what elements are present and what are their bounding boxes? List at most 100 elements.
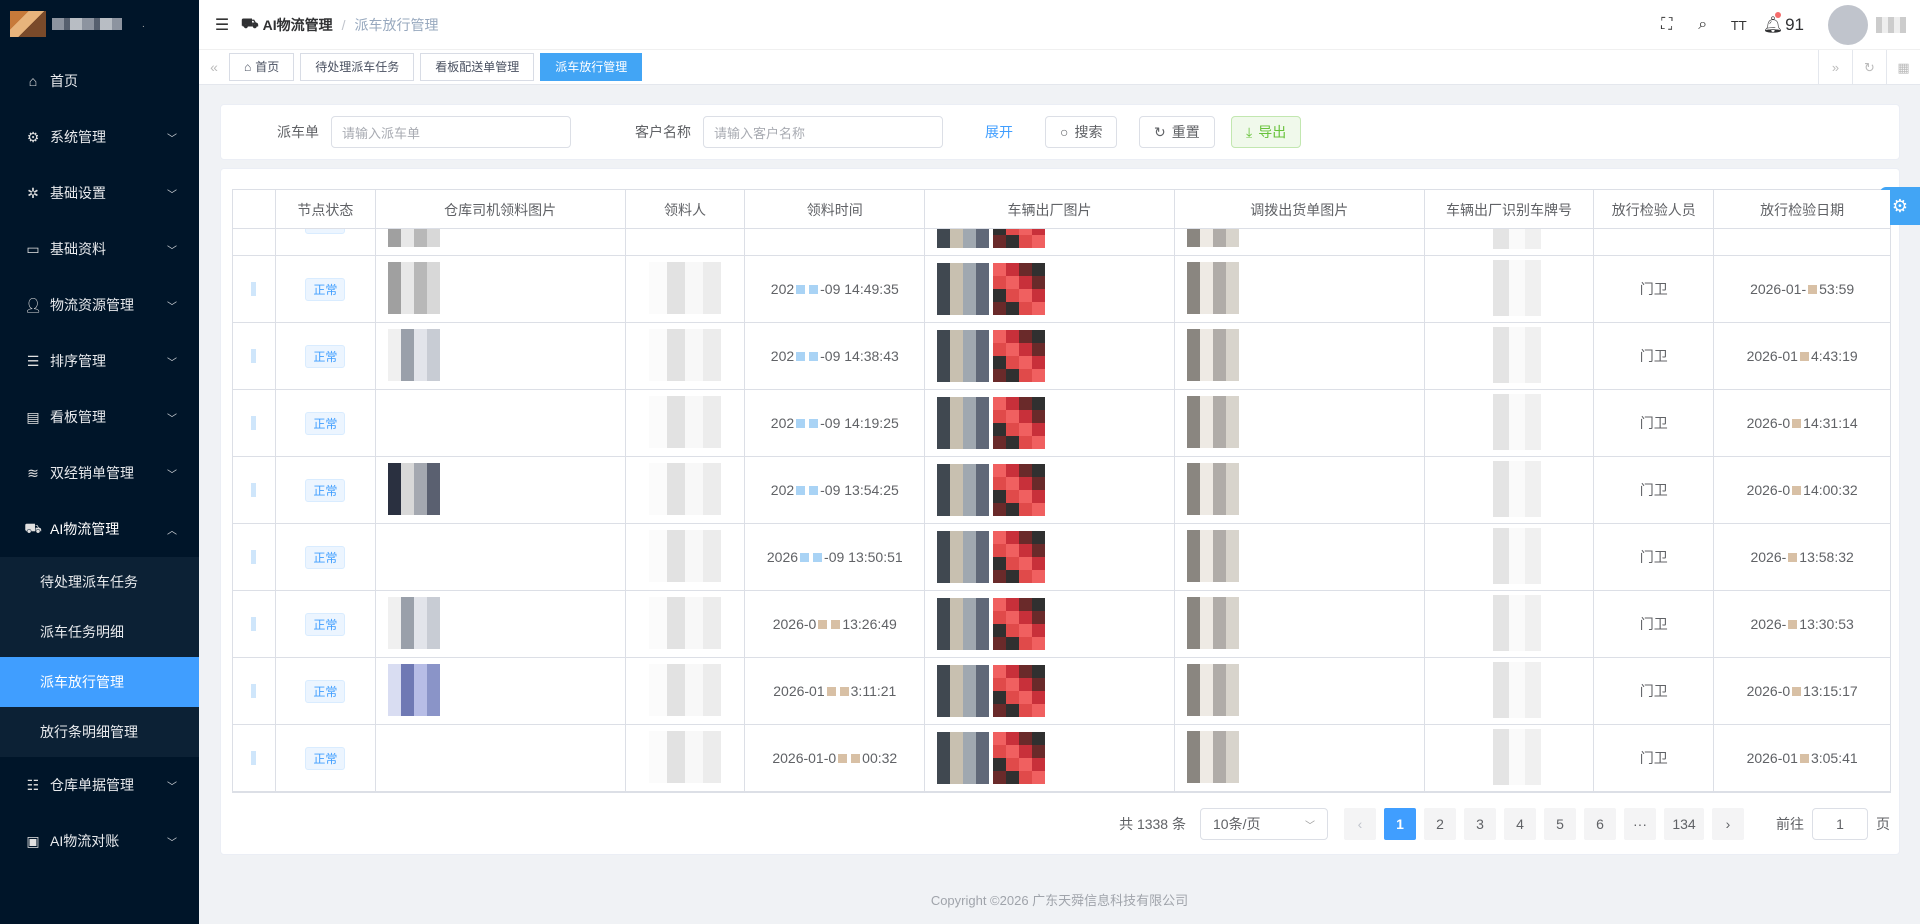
sidebar-item-sorting[interactable]: ☰ 排序管理 ﹀ — [0, 333, 199, 389]
prev-page-button[interactable]: ‹ — [1344, 808, 1376, 840]
username-blurred[interactable] — [1876, 17, 1906, 33]
customer-input[interactable]: 请输入客户名称 — [703, 116, 943, 148]
sidebar-item-basic-data[interactable]: ▭ 基础资料 ﹀ — [0, 221, 199, 277]
cell-status: 正常 — [276, 390, 376, 456]
table-row[interactable]: 正常 202 -09 14:19:25 门卫 2026-0 14:31:14 — [233, 390, 1890, 458]
search-panel: 派车单 请输入派车单 客户名称 请输入客户名称 展开 ○ 搜索 ↻ 重置 ⤓ 导出 — [220, 104, 1900, 160]
sidebar-item-ai-reconciliation[interactable]: ▣ AI物流对账 ﹀ — [0, 813, 199, 869]
page-6[interactable]: 6 — [1584, 808, 1616, 840]
tags-scroll-right-icon[interactable]: » — [1818, 50, 1852, 85]
plate-blurred — [1476, 326, 1541, 391]
sidebar-subitem-dispatch-detail[interactable]: 派车任务明细 — [0, 607, 199, 657]
sidebar-item-home[interactable]: ⌂ 首页 — [0, 53, 199, 109]
page-last[interactable]: 134 — [1664, 808, 1704, 840]
grid-menu-icon[interactable]: ▦ — [1886, 50, 1920, 85]
vehicle-image-thumbs[interactable] — [937, 665, 1046, 717]
page-ellipsis[interactable]: ··· — [1624, 808, 1656, 840]
cell-plate — [1425, 725, 1595, 792]
vehicle-image-thumbs[interactable] — [937, 330, 1046, 382]
tag-board-delivery[interactable]: 看板配送单管理 — [420, 53, 535, 81]
pick-image-thumb[interactable] — [387, 328, 440, 384]
fullscreen-icon[interactable]: ⛶ — [1649, 16, 1685, 34]
cell-inspector: 门卫 — [1594, 591, 1715, 657]
breadcrumb-root: AI物流管理 — [262, 16, 333, 33]
font-size-icon[interactable]: TT — [1721, 18, 1757, 33]
dispatch-label: 派车单 — [277, 124, 319, 140]
export-button[interactable]: ⤓ 导出 — [1231, 116, 1302, 148]
avatar[interactable] — [1828, 5, 1868, 45]
vehicle-image-thumbs[interactable] — [937, 397, 1046, 449]
picker-blurred — [648, 328, 721, 384]
transfer-doc-thumb[interactable] — [1186, 730, 1239, 786]
home-icon: ⌂ — [28, 73, 38, 89]
transfer-doc-thumb[interactable] — [1186, 462, 1239, 518]
table-row[interactable]: 正常 2026-01 3:11:21 门卫 2026-0 13:15:17 — [233, 658, 1890, 726]
cell-inspector: 门卫 — [1594, 323, 1715, 389]
plate-blurred — [1476, 527, 1541, 592]
sidebar-subitem-release-detail[interactable]: 放行条明细管理 — [0, 707, 199, 757]
cell-pick-image — [376, 323, 626, 389]
cell-transfer-image — [1175, 323, 1425, 389]
transfer-doc-thumb[interactable] — [1186, 529, 1239, 585]
table-row[interactable]: 正常 202 -09 13:54:25 门卫 2026-0 14:00:32 — [233, 457, 1890, 525]
transfer-doc-thumb[interactable] — [1186, 663, 1239, 719]
refresh-icon[interactable]: ↻ — [1852, 50, 1886, 85]
sidebar-subitem-dispatch-release[interactable]: 派车放行管理 — [0, 657, 199, 707]
expand-link[interactable]: 展开 — [985, 122, 1013, 142]
vehicle-image-thumbs[interactable] — [937, 464, 1046, 516]
page-3[interactable]: 3 — [1464, 808, 1496, 840]
page-size-select[interactable]: 10条/页 ﹀ — [1200, 808, 1328, 840]
tag-pending-dispatch[interactable]: 待处理派车任务 — [300, 53, 415, 81]
table-row[interactable]: 正常 2026 -09 13:50:51 门卫 2026- 13:58:32 — [233, 524, 1890, 592]
reset-button[interactable]: ↻ 重置 — [1139, 116, 1215, 148]
table-row[interactable]: 正常 2026-0 13:26:49 门卫 2026- 13:30:53 — [233, 591, 1890, 659]
table-row[interactable]: 正常 202 -09 14:49:35 门卫 2026-01- 53:59 — [233, 256, 1890, 324]
tag-home[interactable]: ⌂ 首页 — [229, 53, 295, 81]
sidebar-item-basic-settings[interactable]: ✲ 基础设置 ﹀ — [0, 165, 199, 221]
cell-vehicle-image — [925, 658, 1175, 724]
table-row[interactable]: 正常 2026-01-0 00:32 门卫 2026-01 3:05:41 — [233, 725, 1890, 792]
cell-status: 正常 — [276, 591, 376, 657]
search-button[interactable]: ○ 搜索 — [1045, 116, 1118, 148]
cell-status: 正常 — [276, 323, 376, 389]
transfer-doc-thumb[interactable] — [1186, 261, 1239, 317]
page-2[interactable]: 2 — [1424, 808, 1456, 840]
cell-pick-image — [376, 457, 626, 523]
transfer-doc-thumb[interactable] — [1186, 596, 1239, 652]
transfer-doc-thumb[interactable] — [1186, 328, 1239, 384]
cell-pick-image — [376, 524, 626, 590]
notification-button[interactable]: 🔔︎ 91 — [1757, 12, 1810, 35]
vehicle-image-thumbs[interactable] — [937, 263, 1046, 315]
page-4[interactable]: 4 — [1504, 808, 1536, 840]
hamburger-icon[interactable]: ☰ — [203, 15, 241, 35]
vehicle-image-thumbs[interactable] — [937, 531, 1046, 583]
search-icon[interactable]: ⌕ — [1685, 16, 1721, 34]
sidebar-subitem-pending-dispatch[interactable]: 待处理派车任务 — [0, 557, 199, 607]
transfer-doc-thumb[interactable] — [1186, 395, 1239, 451]
cell-pick-time: 202 -09 14:38:43 — [745, 323, 926, 389]
page-jump-input[interactable]: 1 — [1812, 808, 1868, 840]
tags-scroll-left-icon[interactable]: « — [199, 59, 229, 75]
sidebar-item-warehouse-docs[interactable]: ☷ 仓库单据管理 ﹀ — [0, 757, 199, 813]
sidebar-item-logistics-resources[interactable]: 👤︎ 物流资源管理 ﹀ — [0, 277, 199, 333]
dispatch-input[interactable]: 请输入派车单 — [331, 116, 571, 148]
sidebar-item-dual-dealer[interactable]: ≋ 双经销单管理 ﹀ — [0, 445, 199, 501]
pick-image-thumb[interactable] — [387, 663, 440, 719]
page-1[interactable]: 1 — [1384, 808, 1416, 840]
page-5[interactable]: 5 — [1544, 808, 1576, 840]
sidebar-item-system[interactable]: ⚙ 系统管理 ﹀ — [0, 109, 199, 165]
vehicle-image-thumbs[interactable] — [937, 732, 1046, 784]
status-badge: 正常 — [305, 612, 346, 636]
sidebar-item-ai-logistics[interactable]: ⛟ AI物流管理 ︿ — [0, 501, 199, 557]
sidebar-item-board[interactable]: ▤ 看板管理 ﹀ — [0, 389, 199, 445]
picker-blurred — [648, 261, 721, 317]
vehicle-image-thumbs[interactable] — [937, 598, 1046, 650]
tag-dispatch-release[interactable]: 派车放行管理 — [540, 53, 643, 81]
pick-image-thumb[interactable] — [387, 596, 440, 652]
pagination-total: 共 1338 条 — [1119, 816, 1186, 832]
next-page-button[interactable]: › — [1712, 808, 1744, 840]
pick-image-thumb[interactable] — [387, 462, 440, 518]
pick-image-thumb[interactable] — [387, 261, 440, 317]
table-row[interactable]: 正常 202 -09 14:38:43 门卫 2026-01 4:43:19 — [233, 323, 1890, 391]
chevron-down-icon: ﹀ — [167, 781, 177, 793]
